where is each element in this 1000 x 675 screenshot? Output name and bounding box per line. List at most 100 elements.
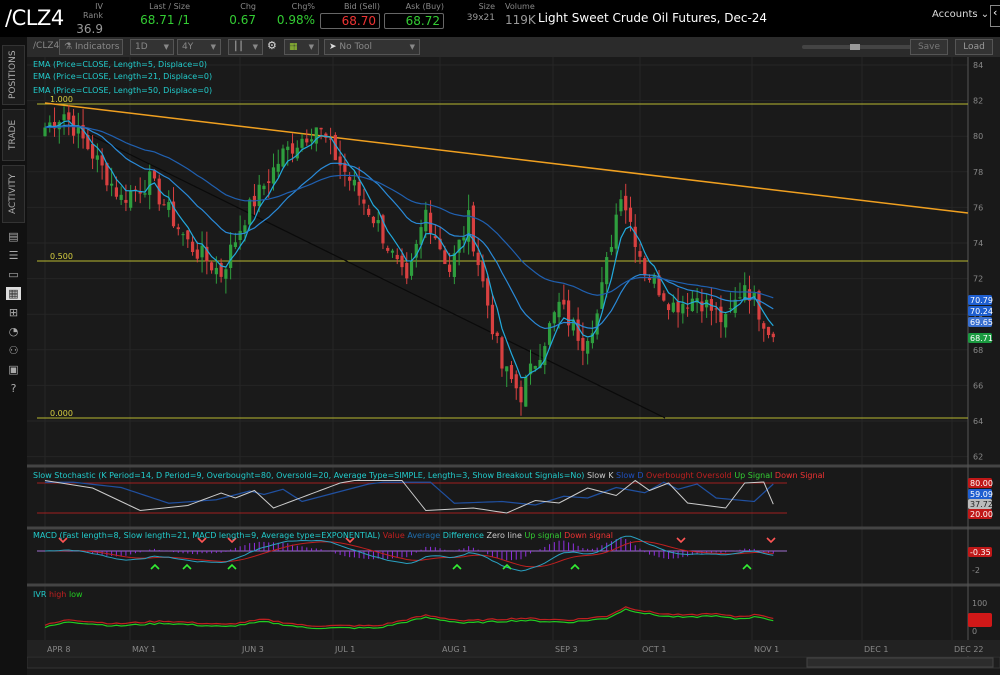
candle[interactable] (348, 177, 351, 181)
candle[interactable] (638, 251, 641, 257)
candle[interactable] (619, 199, 622, 211)
candle[interactable] (676, 302, 679, 313)
ema5-label[interactable]: EMA (Price=CLOSE, Length=5, Displace=0) (33, 60, 207, 69)
candle[interactable] (624, 196, 627, 210)
news-icon[interactable]: ▤ (6, 230, 21, 243)
candle[interactable] (43, 128, 46, 137)
candle[interactable] (248, 199, 251, 224)
candle[interactable] (486, 278, 489, 305)
candle[interactable] (667, 304, 670, 310)
candle[interactable] (96, 155, 99, 159)
tab-positions[interactable]: POSITIONS (2, 45, 25, 105)
candle[interactable] (672, 303, 675, 312)
gauge-icon[interactable]: ◔ (6, 325, 21, 338)
candle[interactable] (120, 195, 123, 200)
tv-icon[interactable]: ▭ (6, 268, 21, 281)
candle[interactable] (586, 341, 589, 354)
candle[interactable] (386, 248, 389, 251)
candle[interactable] (738, 297, 741, 298)
candle[interactable] (67, 112, 70, 119)
candle[interactable] (243, 225, 246, 232)
tab-activity[interactable]: ACTIVITY (2, 165, 25, 223)
candle[interactable] (453, 253, 456, 277)
candle[interactable] (367, 209, 370, 215)
candle[interactable] (562, 300, 565, 305)
candle[interactable] (186, 230, 189, 239)
candle[interactable] (477, 253, 480, 265)
candle[interactable] (629, 208, 632, 222)
gear-icon[interactable]: ⚙ (267, 39, 277, 52)
candle[interactable] (167, 202, 170, 210)
candle[interactable] (267, 181, 270, 183)
candle[interactable] (581, 338, 584, 351)
save-button[interactable]: Save (910, 39, 948, 55)
candle[interactable] (610, 247, 613, 252)
candle[interactable] (767, 327, 770, 335)
candle[interactable] (191, 242, 194, 252)
candle[interactable] (258, 185, 261, 206)
candle[interactable] (391, 251, 394, 253)
aggregation-dropdown[interactable]: 1D (130, 39, 174, 55)
candle[interactable] (548, 323, 551, 345)
candle[interactable] (405, 263, 408, 278)
candle[interactable] (524, 377, 527, 407)
candle[interactable] (648, 278, 651, 280)
timeframe-dropdown[interactable]: 4Y (177, 39, 221, 55)
candle[interactable] (215, 268, 218, 274)
candle[interactable] (300, 139, 303, 148)
candle[interactable] (353, 180, 356, 186)
candle[interactable] (277, 164, 280, 172)
candle[interactable] (634, 227, 637, 247)
candle[interactable] (177, 227, 180, 229)
candle[interactable] (62, 114, 65, 120)
price-panel[interactable] (27, 57, 968, 467)
candle[interactable] (496, 333, 499, 336)
load-button[interactable]: Load (955, 39, 993, 55)
list-icon[interactable]: ☰ (6, 249, 21, 262)
candle[interactable] (377, 220, 380, 223)
candle[interactable] (196, 250, 199, 259)
candle[interactable] (410, 261, 413, 276)
candle[interactable] (372, 217, 375, 223)
candle[interactable] (662, 293, 665, 300)
candle[interactable] (229, 245, 232, 268)
candle[interactable] (719, 307, 722, 322)
candle[interactable] (124, 200, 127, 203)
collapse-panel-button[interactable]: ‹ (990, 5, 1000, 27)
candle[interactable] (162, 204, 165, 205)
candle[interactable] (605, 257, 608, 284)
candle[interactable] (110, 184, 113, 186)
candle[interactable] (129, 191, 132, 208)
candle[interactable] (615, 215, 618, 249)
candle[interactable] (396, 255, 399, 259)
candle[interactable] (691, 299, 694, 311)
candle[interactable] (239, 231, 242, 240)
scrollbar-thumb[interactable] (807, 658, 993, 667)
candle[interactable] (153, 171, 156, 179)
candle[interactable] (91, 144, 94, 159)
candle[interactable] (224, 269, 227, 279)
candle[interactable] (500, 337, 503, 368)
candle[interactable] (534, 366, 537, 369)
candle[interactable] (724, 314, 727, 327)
candle[interactable] (448, 265, 451, 272)
candle[interactable] (472, 206, 475, 252)
candle[interactable] (181, 234, 184, 235)
zoom-slider[interactable] (802, 45, 912, 49)
candle[interactable] (262, 186, 265, 189)
candle[interactable] (319, 128, 322, 130)
candle[interactable] (577, 320, 580, 341)
candle[interactable] (234, 242, 237, 247)
candle[interactable] (567, 300, 570, 325)
chart-area[interactable]: 1.000 0.500 0.000 EMA (Price=CLOSE, Leng… (27, 57, 1000, 675)
candle[interactable] (443, 250, 446, 264)
candle[interactable] (305, 139, 308, 143)
ema21-label[interactable]: EMA (Price=CLOSE, Length=21, Displace=0) (33, 72, 212, 81)
help-icon[interactable]: ? (6, 382, 21, 395)
candle[interactable] (291, 143, 294, 153)
candle[interactable] (686, 308, 689, 309)
candle[interactable] (762, 323, 765, 329)
candle[interactable] (462, 237, 465, 240)
candle[interactable] (400, 256, 403, 267)
candle[interactable] (281, 148, 284, 166)
